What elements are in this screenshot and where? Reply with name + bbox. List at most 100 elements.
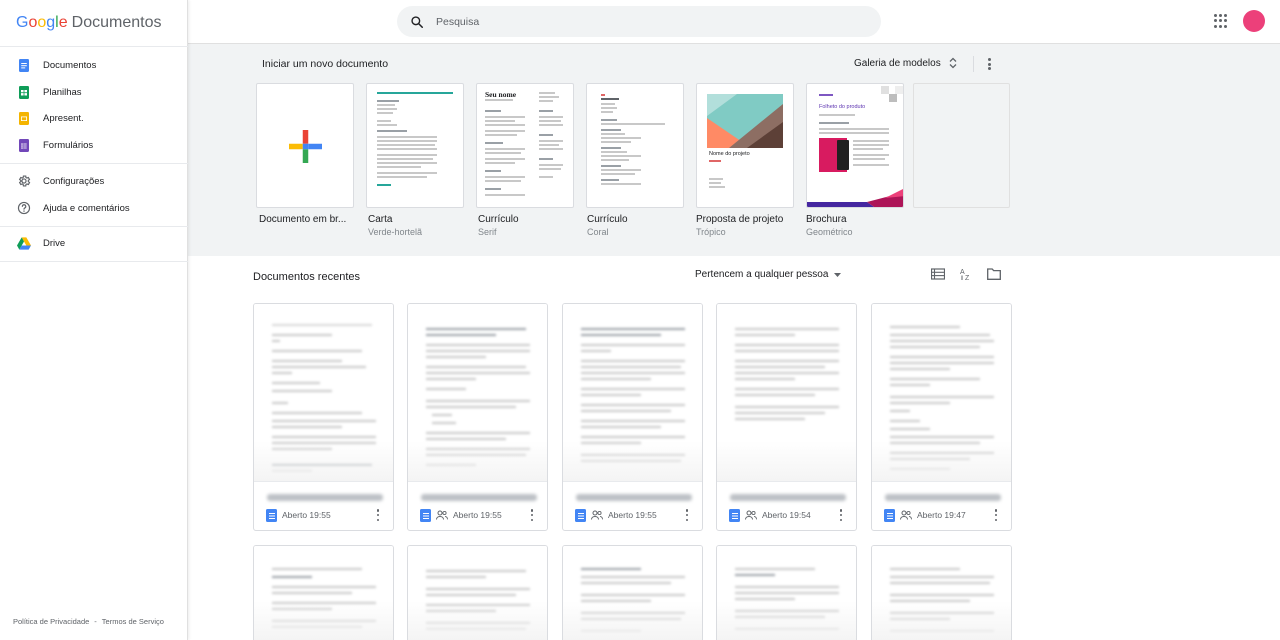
- sidebar-divider: [0, 226, 188, 227]
- recent-doc-card[interactable]: [562, 545, 703, 640]
- sidebar-item-drive[interactable]: Drive: [0, 230, 188, 256]
- doc-title-redacted: [885, 494, 1001, 501]
- sidebar-divider: [0, 163, 188, 164]
- doc-preview: [408, 546, 547, 640]
- top-bar: [188, 0, 1280, 44]
- sidebar-footer: Política de Privacidade - Termos de Serviç…: [13, 617, 164, 626]
- recent-doc-card[interactable]: [253, 545, 394, 640]
- doc-meta: Aberto 19:55: [575, 507, 695, 523]
- google-docs-logo[interactable]: Google Documentos: [16, 12, 161, 34]
- doc-preview: [563, 546, 702, 640]
- gallery-label: Galeria de modelos: [854, 57, 941, 69]
- owner-filter-dropdown[interactable]: Pertencem a qualquer pessoa: [695, 269, 842, 280]
- template-serif-heading: Seu nome: [485, 90, 517, 99]
- list-view-icon[interactable]: [931, 268, 945, 280]
- template-gallery-section: Iniciar um novo documento Galeria de mod…: [188, 44, 1280, 256]
- gear-icon: [17, 174, 31, 188]
- template-subtitle: Verde-hortelã: [368, 227, 423, 237]
- drive-icon: [17, 236, 31, 250]
- template-gallery-toggle[interactable]: Galeria de modelos: [854, 57, 957, 69]
- shared-icon: [745, 510, 757, 520]
- template-project-proposal[interactable]: Nome do projeto: [696, 83, 794, 208]
- recent-doc-card[interactable]: [871, 545, 1012, 640]
- template-name: Documento em br...: [259, 214, 347, 225]
- doc-more-options-icon[interactable]: [530, 509, 534, 521]
- recent-doc-card[interactable]: Aberto 19:55: [253, 303, 394, 531]
- doc-preview: [717, 546, 856, 640]
- template-subtitle: Trópico: [696, 227, 726, 237]
- template-blank[interactable]: [256, 83, 354, 208]
- sidebar-item-configuracoes[interactable]: Configurações: [0, 168, 188, 194]
- doc-title-redacted: [730, 494, 846, 501]
- sidebar: Google Documentos Documentos Planilhas Ap…: [0, 0, 188, 640]
- templates-heading: Iniciar um novo documento: [262, 58, 389, 70]
- search-input[interactable]: [436, 15, 836, 28]
- apps-grid-icon[interactable]: [1214, 14, 1228, 28]
- doc-title-redacted: [421, 494, 537, 501]
- sidebar-item-label: Configurações: [43, 175, 105, 187]
- sidebar-item-formularios[interactable]: Formulários: [0, 132, 188, 158]
- sidebar-item-label: Documentos: [43, 59, 97, 71]
- sidebar-item-documentos[interactable]: Documentos: [0, 52, 188, 78]
- svg-text:Z: Z: [965, 275, 970, 281]
- recent-doc-card[interactable]: Aberto 19:55: [562, 303, 703, 531]
- template-resume-serif[interactable]: Seu nome: [476, 83, 574, 208]
- terms-link[interactable]: Termos de Serviço: [102, 617, 164, 626]
- doc-meta: Aberto 19:55: [266, 507, 386, 523]
- template-brochure[interactable]: Folheto do produto: [806, 83, 904, 208]
- sidebar-item-ajuda[interactable]: Ajuda e comentários: [0, 195, 188, 221]
- sidebar-item-apresentacoes[interactable]: Apresent.: [0, 105, 188, 131]
- recent-doc-card[interactable]: [716, 545, 857, 640]
- doc-preview: [408, 304, 547, 482]
- sidebar-item-label: Drive: [43, 237, 66, 249]
- doc-more-options-icon[interactable]: [839, 509, 843, 521]
- sort-az-icon[interactable]: AZ: [959, 267, 974, 281]
- doc-preview: [872, 546, 1011, 640]
- recent-doc-card[interactable]: Aberto 19:54: [716, 303, 857, 531]
- doc-meta: Aberto 19:55: [420, 507, 540, 523]
- doc-preview: [563, 304, 702, 482]
- sheets-icon: [17, 85, 31, 99]
- recent-doc-card[interactable]: [407, 545, 548, 640]
- template-letter[interactable]: [366, 83, 464, 208]
- doc-opened-time: Aberto 19:54: [762, 510, 811, 520]
- toolbar-divider: [973, 56, 974, 72]
- more-options-icon[interactable]: [985, 57, 993, 71]
- doc-preview: [717, 304, 856, 482]
- doc-more-options-icon[interactable]: [376, 509, 380, 521]
- docs-icon: [17, 58, 31, 72]
- unfold-icon: [949, 57, 957, 69]
- shared-icon: [591, 510, 603, 520]
- sidebar-divider: [0, 46, 188, 47]
- template-project-heading: Nome do projeto: [709, 151, 750, 157]
- doc-meta: Aberto 19:47: [884, 507, 1004, 523]
- folder-icon[interactable]: [987, 268, 1001, 280]
- template-resume-coral[interactable]: [586, 83, 684, 208]
- recent-doc-card[interactable]: Aberto 19:47: [871, 303, 1012, 531]
- sidebar-divider: [0, 261, 188, 262]
- search-box[interactable]: [397, 6, 881, 37]
- template-name: Currículo: [587, 214, 628, 225]
- help-icon: [17, 201, 31, 215]
- product-name: Documentos: [71, 14, 162, 31]
- privacy-link[interactable]: Política de Privacidade: [13, 617, 89, 626]
- doc-title-redacted: [576, 494, 692, 501]
- doc-opened-time: Aberto 19:55: [608, 510, 657, 520]
- sidebar-item-planilhas[interactable]: Planilhas: [0, 79, 188, 105]
- recent-documents-heading: Documentos recentes: [253, 271, 360, 283]
- template-name: Brochura: [806, 214, 847, 225]
- owner-filter-label: Pertencem a qualquer pessoa: [695, 269, 829, 280]
- recent-doc-card[interactable]: Aberto 19:55: [407, 303, 548, 531]
- template-brochure-heading: Folheto do produto: [819, 104, 866, 110]
- doc-opened-time: Aberto 19:55: [282, 510, 331, 520]
- template-name: Carta: [368, 214, 393, 225]
- docs-icon: [884, 508, 895, 522]
- doc-opened-time: Aberto 19:47: [917, 510, 966, 520]
- doc-more-options-icon[interactable]: [685, 509, 689, 521]
- brochure-footer-art: [807, 189, 903, 207]
- shared-icon: [436, 510, 448, 520]
- google-wordmark: Google: [16, 14, 68, 31]
- template-subtitle: Coral: [587, 227, 609, 237]
- avatar[interactable]: [1243, 10, 1265, 32]
- doc-more-options-icon[interactable]: [994, 509, 998, 521]
